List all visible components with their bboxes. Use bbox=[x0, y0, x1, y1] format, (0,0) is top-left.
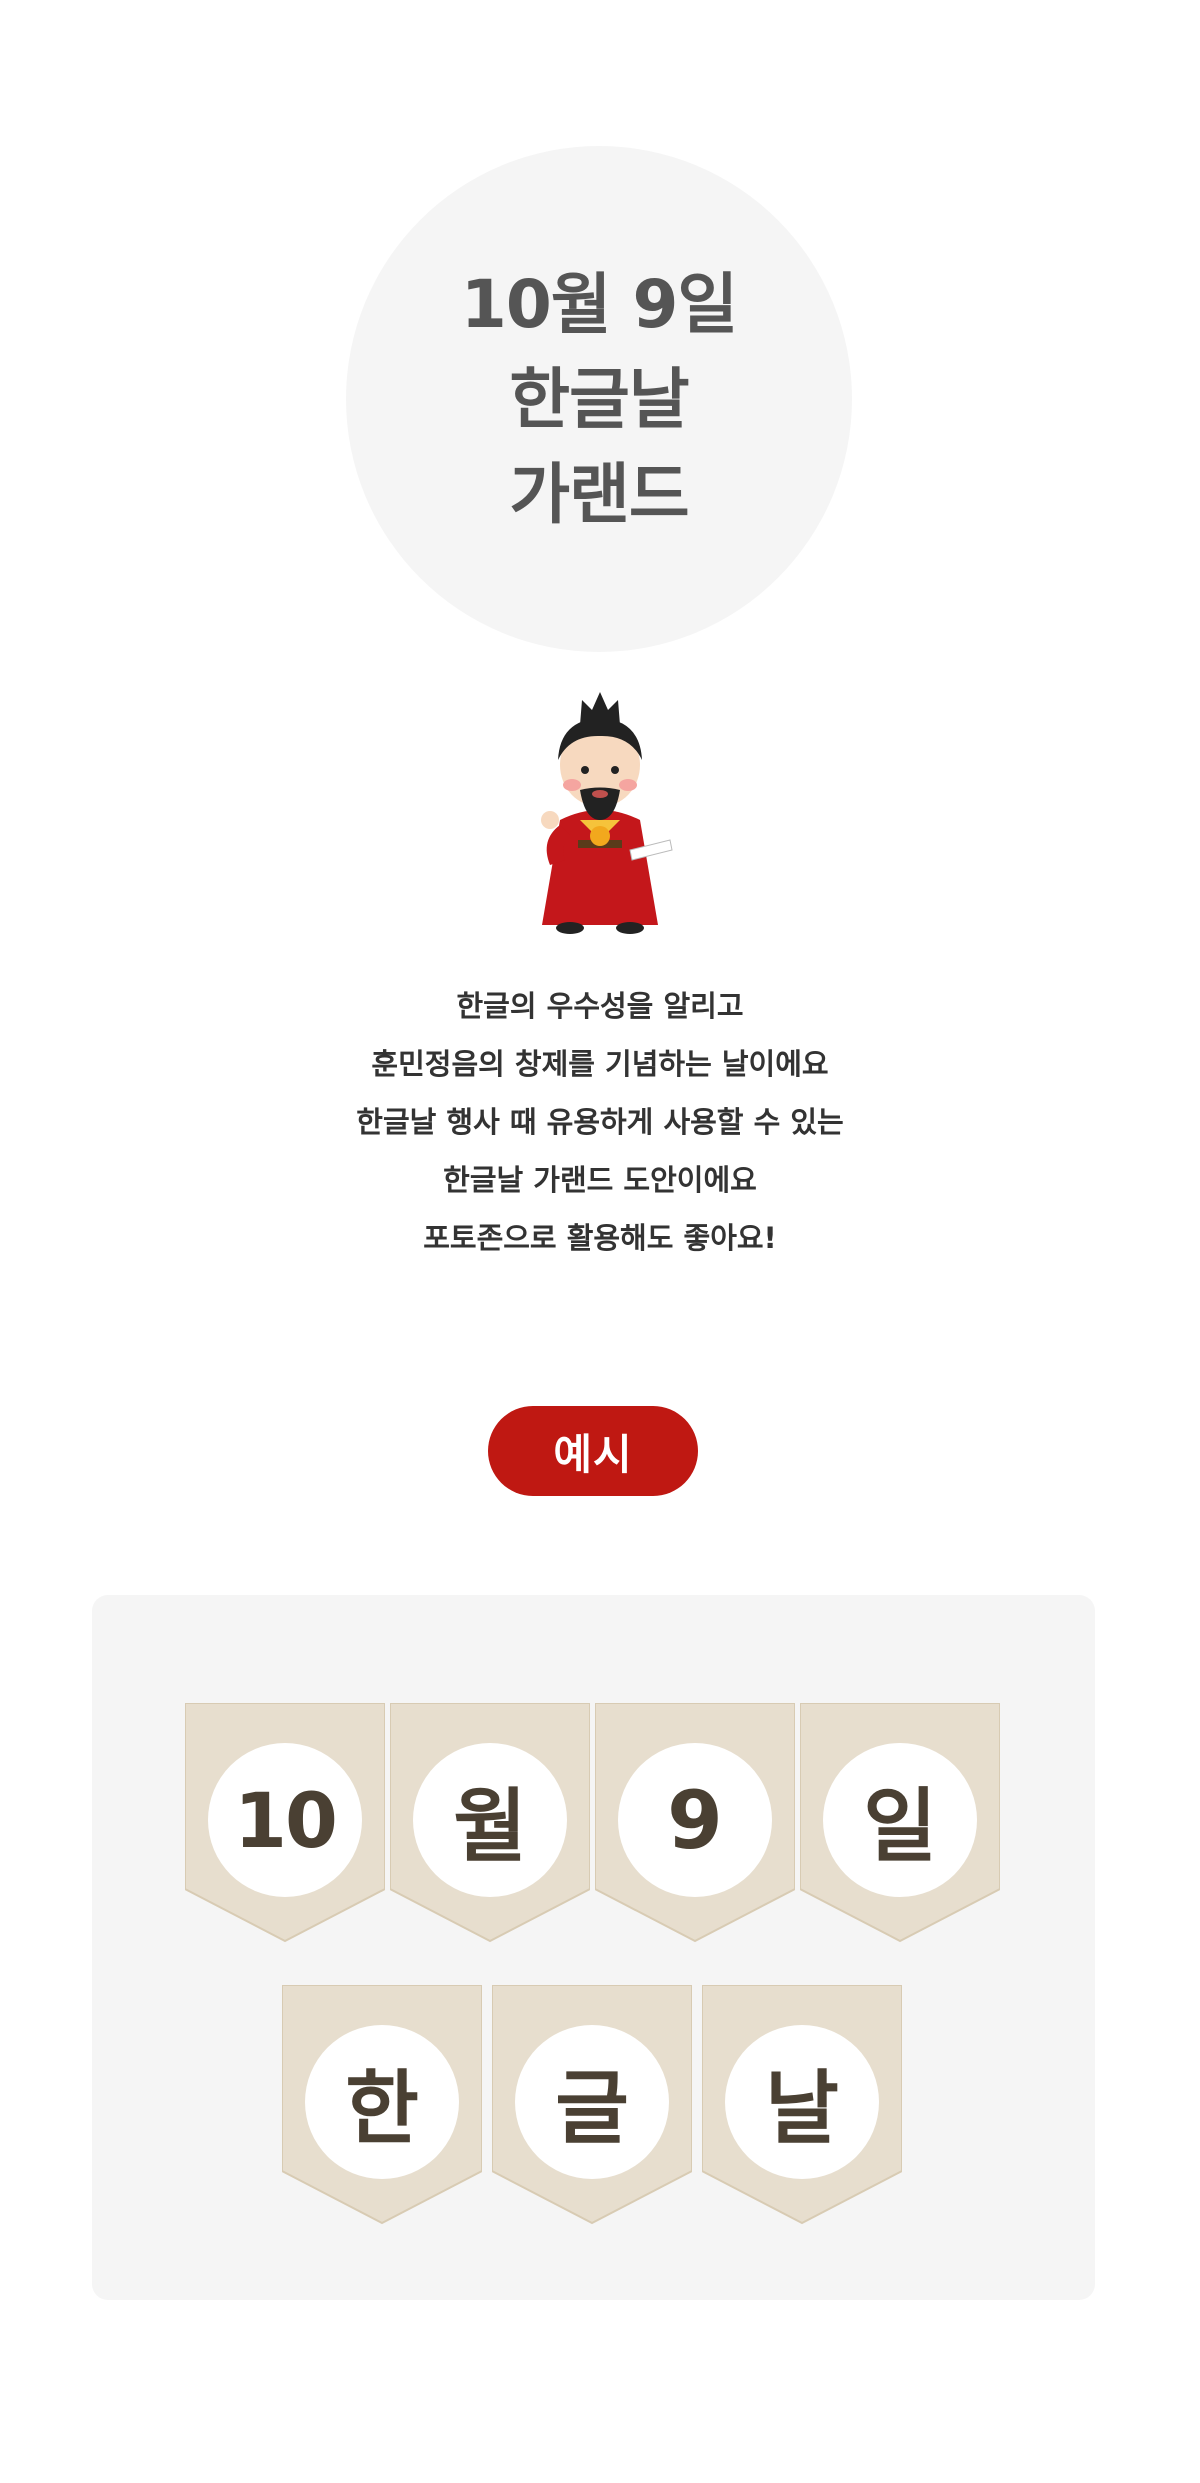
garland-letter: 글 bbox=[515, 2025, 669, 2179]
garland-letter: 한 bbox=[305, 2025, 459, 2179]
description-line: 포토존으로 활용해도 좋아요! bbox=[423, 1221, 777, 1255]
garland-flag: 9 bbox=[595, 1703, 795, 1951]
title-line-hangul-day: 한글날 bbox=[509, 360, 689, 438]
title-line-garland: 가랜드 bbox=[509, 455, 689, 533]
garland-letter: 10 bbox=[208, 1743, 362, 1897]
description-line: 한글날 가랜드 도안이에요 bbox=[443, 1163, 757, 1197]
king-sejong-illustration bbox=[520, 690, 680, 940]
title-circle: 10월 9일 한글날 가랜드 bbox=[346, 146, 852, 652]
description: 한글의 우수성을 알리고 훈민정음의 창제를 기념하는 날이에요 한글날 행사 … bbox=[200, 977, 1000, 1267]
garland-flag: 일 bbox=[800, 1703, 1000, 1951]
description-line: 한글의 우수성을 알리고 bbox=[456, 989, 744, 1023]
garland-flag: 글 bbox=[492, 1985, 692, 2233]
description-line: 한글날 행사 때 유용하게 사용할 수 있는 bbox=[356, 1105, 844, 1139]
garland-letter: 월 bbox=[413, 1743, 567, 1897]
garland-flag: 10 bbox=[185, 1703, 385, 1951]
garland-letter: 날 bbox=[725, 2025, 879, 2179]
garland-letter: 일 bbox=[823, 1743, 977, 1897]
title-line-date: 10월 9일 bbox=[460, 265, 738, 343]
garland-preview-panel: 10 월 9 일 한 글 날 bbox=[92, 1595, 1095, 2300]
example-badge: 예시 bbox=[488, 1406, 698, 1496]
garland-flag: 날 bbox=[702, 1985, 902, 2233]
garland-flag: 월 bbox=[390, 1703, 590, 1951]
garland-flag: 한 bbox=[282, 1985, 482, 2233]
garland-letter: 9 bbox=[618, 1743, 772, 1897]
description-line: 훈민정음의 창제를 기념하는 날이에요 bbox=[371, 1047, 829, 1081]
